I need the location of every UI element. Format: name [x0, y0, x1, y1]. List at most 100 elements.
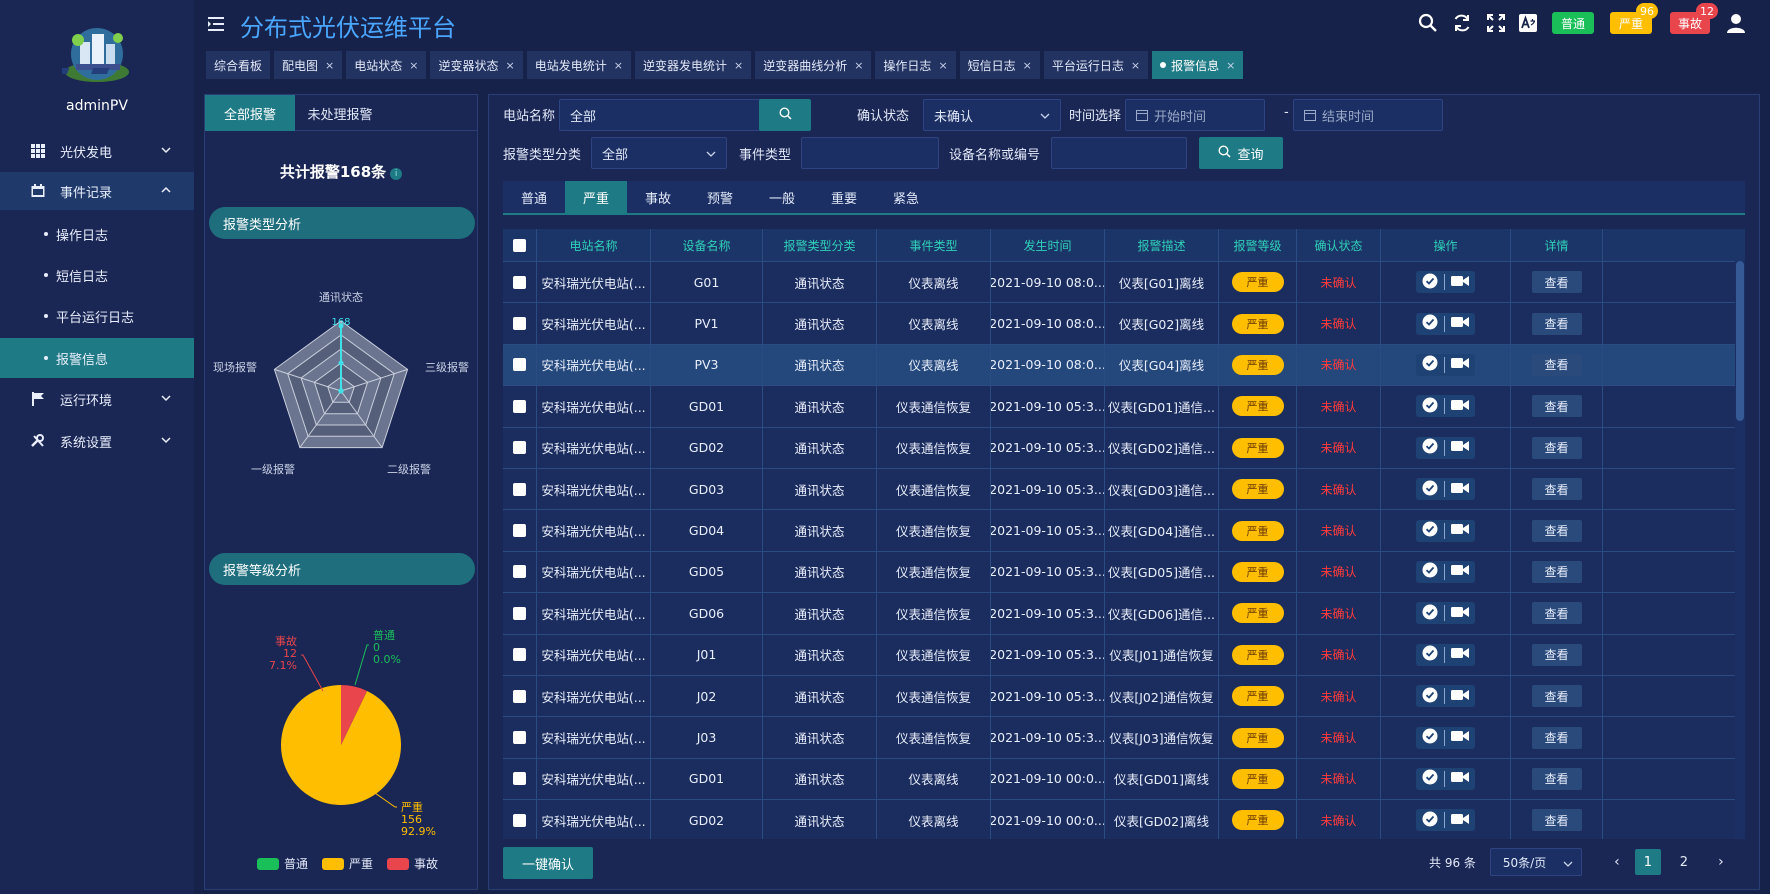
row-checkbox[interactable]: [513, 524, 526, 538]
row-checkbox[interactable]: [513, 441, 526, 455]
tab-5[interactable]: 逆变器发电统计 ×: [634, 51, 752, 79]
start-time-input[interactable]: 开始时间: [1125, 99, 1265, 131]
video-camera-icon[interactable]: [1451, 729, 1469, 746]
video-camera-icon[interactable]: [1451, 605, 1469, 622]
info-icon[interactable]: i: [390, 168, 403, 180]
level-tab-4[interactable]: 一般: [751, 181, 813, 213]
video-camera-icon[interactable]: [1451, 481, 1469, 498]
video-camera-icon[interactable]: [1451, 688, 1469, 705]
view-detail-button[interactable]: 查看: [1531, 809, 1582, 832]
close-icon[interactable]: ×: [325, 59, 334, 72]
row-checkbox[interactable]: [513, 482, 526, 496]
table-scrollbar[interactable]: [1735, 261, 1745, 839]
table-row[interactable]: 安科瑞光伏电站(... GD05 通讯状态 仪表通信恢复 2021-09-10 05:3…: [503, 550, 1735, 593]
tab-0[interactable]: 综合看板: [206, 51, 271, 79]
table-row[interactable]: 安科瑞光伏电站(... GD01 通讯状态 仪表通信恢复 2021-09-10 05:3…: [503, 385, 1735, 427]
confirm-check-icon[interactable]: [1422, 645, 1438, 664]
video-camera-icon[interactable]: [1451, 356, 1469, 373]
row-checkbox[interactable]: [513, 399, 526, 413]
confirm-check-icon[interactable]: [1422, 769, 1438, 788]
video-camera-icon[interactable]: [1451, 398, 1469, 415]
tab-3[interactable]: 逆变器状态 ×: [430, 51, 523, 79]
tab-2[interactable]: 电站状态 ×: [346, 51, 427, 79]
event-type-input[interactable]: [801, 137, 939, 169]
sidebar-group-environment[interactable]: 运行环境: [0, 380, 194, 418]
view-detail-button[interactable]: 查看: [1531, 519, 1582, 542]
sidebar-group-settings[interactable]: 系统设置: [0, 422, 194, 460]
row-checkbox[interactable]: [513, 648, 526, 662]
translate-icon[interactable]: [1518, 13, 1538, 33]
confirm-check-icon[interactable]: [1422, 438, 1438, 457]
confirm-status-select[interactable]: 未确认: [923, 99, 1061, 131]
page-size-select[interactable]: 50条/页: [1489, 848, 1582, 876]
level-tab-5[interactable]: 重要: [813, 181, 875, 213]
close-icon[interactable]: ×: [506, 59, 515, 72]
confirm-check-icon[interactable]: [1422, 273, 1438, 292]
close-icon[interactable]: ×: [1226, 59, 1235, 72]
row-checkbox[interactable]: [513, 731, 526, 745]
row-checkbox[interactable]: [513, 813, 526, 827]
view-detail-button[interactable]: 查看: [1531, 643, 1582, 666]
fullscreen-icon[interactable]: [1486, 13, 1506, 33]
tab-unhandled-alarms[interactable]: 未处理报警: [295, 95, 385, 131]
view-detail-button[interactable]: 查看: [1531, 602, 1582, 625]
row-checkbox[interactable]: [513, 606, 526, 620]
confirm-check-icon[interactable]: [1422, 687, 1438, 706]
alarm-type-select[interactable]: 全部: [591, 137, 727, 169]
row-checkbox[interactable]: [513, 317, 526, 331]
end-time-input[interactable]: 结束时间: [1293, 99, 1443, 131]
user-icon[interactable]: [1726, 13, 1746, 33]
confirm-check-icon[interactable]: [1422, 811, 1438, 830]
badge-normal[interactable]: 普通: [1552, 12, 1594, 34]
sidebar-item-sms-log[interactable]: 短信日志: [0, 255, 194, 295]
station-search-button[interactable]: [759, 99, 811, 131]
table-row[interactable]: 安科瑞光伏电站(... J03 通讯状态 仪表通信恢复 2021-09-10 05:3.…: [503, 716, 1735, 758]
tab-1[interactable]: 配电图 ×: [274, 51, 343, 79]
close-icon[interactable]: ×: [1131, 59, 1140, 72]
table-row[interactable]: 安科瑞光伏电站(... PV1 通讯状态 仪表离线 2021-09-10 08:0...…: [503, 302, 1735, 344]
close-icon[interactable]: ×: [734, 59, 743, 72]
sidebar-item-alarm-info[interactable]: 报警信息: [0, 338, 194, 378]
view-detail-button[interactable]: 查看: [1531, 353, 1582, 376]
confirm-all-button[interactable]: 一键确认: [503, 847, 593, 879]
page-2[interactable]: 2: [1671, 849, 1697, 875]
row-checkbox[interactable]: [513, 275, 526, 289]
view-detail-button[interactable]: 查看: [1531, 726, 1582, 749]
video-camera-icon[interactable]: [1451, 439, 1469, 456]
search-icon[interactable]: [1418, 13, 1438, 33]
tab-8[interactable]: 短信日志 ×: [959, 51, 1040, 79]
view-detail-button[interactable]: 查看: [1531, 560, 1582, 583]
sidebar-group-events[interactable]: 事件记录: [0, 172, 194, 210]
table-row[interactable]: 安科瑞光伏电站(... GD04 通讯状态 仪表通信恢复 2021-09-10 05:3…: [503, 509, 1735, 551]
query-button[interactable]: 查询: [1199, 137, 1283, 169]
station-select[interactable]: 全部: [559, 99, 761, 131]
video-camera-icon[interactable]: [1451, 522, 1469, 539]
legend-item[interactable]: 普通: [257, 855, 308, 872]
level-tab-0[interactable]: 普通: [503, 181, 565, 213]
confirm-check-icon[interactable]: [1422, 314, 1438, 333]
table-row[interactable]: 安科瑞光伏电站(... GD02 通讯状态 仪表离线 2021-09-10 00:0..…: [503, 799, 1735, 839]
tab-all-alarms[interactable]: 全部报警: [205, 95, 295, 131]
level-tab-3[interactable]: 预警: [689, 181, 751, 213]
level-tab-2[interactable]: 事故: [627, 181, 689, 213]
confirm-check-icon[interactable]: [1422, 728, 1438, 747]
tab-4[interactable]: 电站发电统计 ×: [526, 51, 631, 79]
view-detail-button[interactable]: 查看: [1531, 767, 1582, 790]
table-row[interactable]: 安科瑞光伏电站(... G01 通讯状态 仪表离线 2021-09-10 08:0...…: [503, 261, 1735, 303]
legend-item[interactable]: 事故: [387, 855, 438, 872]
sidebar-item-operation-log[interactable]: 操作日志: [0, 214, 194, 254]
page-1[interactable]: 1: [1634, 849, 1661, 875]
level-tab-1[interactable]: 严重: [565, 181, 627, 213]
view-detail-button[interactable]: 查看: [1531, 685, 1582, 708]
tab-10[interactable]: 报警信息 ×: [1152, 51, 1244, 79]
video-camera-icon[interactable]: [1451, 274, 1469, 291]
confirm-check-icon[interactable]: [1422, 562, 1438, 581]
video-camera-icon[interactable]: [1451, 770, 1469, 787]
prev-page-icon[interactable]: ‹: [1604, 849, 1630, 875]
close-icon[interactable]: ×: [938, 59, 947, 72]
row-checkbox[interactable]: [513, 565, 526, 579]
confirm-check-icon[interactable]: [1422, 521, 1438, 540]
tab-9[interactable]: 平台运行日志 ×: [1043, 51, 1149, 79]
legend-item[interactable]: 严重: [322, 855, 373, 872]
table-row[interactable]: 安科瑞光伏电站(... PV3 通讯状态 仪表离线 2021-09-10 08:0...…: [503, 343, 1735, 386]
